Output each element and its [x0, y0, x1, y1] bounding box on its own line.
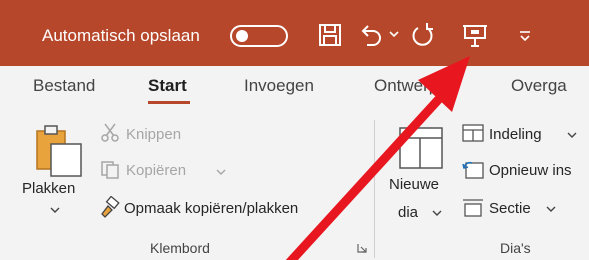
active-tab-indicator	[148, 101, 190, 104]
copy-button[interactable]: Kopiëren	[126, 162, 186, 179]
tab-bestand[interactable]: Bestand	[33, 76, 95, 96]
new-slide-dropdown-icon[interactable]	[432, 209, 442, 217]
new-slide-label-line2[interactable]: dia	[398, 204, 418, 221]
paste-dropdown-icon[interactable]	[50, 206, 60, 214]
clipboard-group-label: Klembord	[150, 240, 210, 256]
cut-button[interactable]: Knippen	[126, 126, 181, 143]
copy-icon	[101, 161, 119, 179]
copy-dropdown-icon[interactable]	[216, 168, 226, 176]
reset-slide-button[interactable]: Opnieuw ins	[489, 162, 572, 179]
new-slide-icon[interactable]	[398, 126, 444, 170]
autosave-label: Automatisch opslaan	[42, 26, 200, 45]
layout-icon	[462, 124, 484, 142]
slides-group-label: Dia's	[500, 240, 531, 256]
quick-access-toolbar: Automatisch opslaan	[0, 0, 589, 66]
autosave-toggle[interactable]	[230, 25, 288, 47]
tab-start[interactable]: Start	[148, 76, 187, 96]
customize-icon[interactable]	[518, 30, 532, 42]
paste-icon[interactable]	[34, 124, 84, 178]
tab-overgangen[interactable]: Overga	[511, 76, 567, 96]
undo-icon[interactable]	[358, 22, 384, 48]
save-icon[interactable]	[318, 22, 342, 48]
layout-button[interactable]: Indeling	[489, 126, 542, 143]
cut-icon	[101, 123, 119, 142]
group-divider	[374, 120, 375, 258]
toggle-knob	[236, 30, 248, 42]
layout-dropdown-icon[interactable]	[567, 131, 577, 139]
reset-slide-icon	[462, 161, 484, 179]
dialog-launcher-icon[interactable]	[356, 242, 368, 254]
ribbon-start: Plakken Knippen Kopiëren Opmaak kopiëren…	[0, 112, 589, 260]
present-icon[interactable]	[462, 22, 488, 48]
section-icon	[463, 199, 483, 217]
redo-icon[interactable]	[410, 22, 436, 50]
format-painter-icon	[101, 196, 120, 218]
tab-ontwerpen[interactable]: Ontwerpen	[374, 76, 457, 96]
format-painter-button[interactable]: Opmaak kopiëren/plakken	[124, 200, 298, 217]
paste-button-label[interactable]: Plakken	[22, 180, 75, 197]
chevron-down-icon[interactable]	[389, 30, 399, 38]
tab-invoegen[interactable]: Invoegen	[244, 76, 314, 96]
section-dropdown-icon[interactable]	[546, 205, 556, 213]
new-slide-label-line1[interactable]: Nieuwe	[389, 176, 439, 193]
ribbon-tabs: Bestand Start Invoegen Ontwerpen Overga	[0, 66, 589, 112]
section-button[interactable]: Sectie	[489, 200, 531, 217]
